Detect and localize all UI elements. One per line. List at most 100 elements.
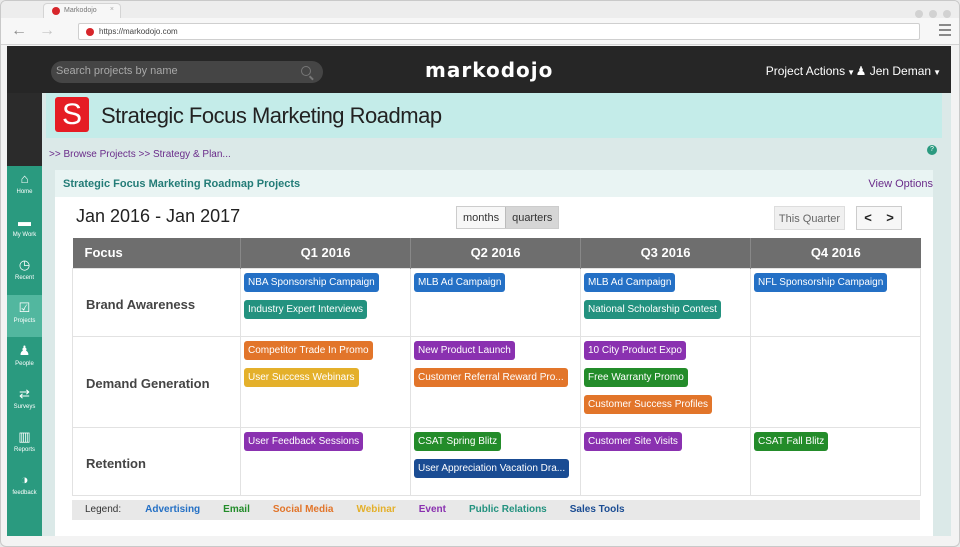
project-chip[interactable]: New Product Launch xyxy=(414,340,515,360)
legend-item-advertising: Advertising xyxy=(145,504,201,515)
this-quarter-button[interactable]: This Quarter xyxy=(774,206,845,230)
sidebar-label: Home xyxy=(16,189,33,195)
forward-arrow-icon[interactable]: → xyxy=(39,22,55,40)
sidebar-item-home[interactable]: ⌂ Home xyxy=(7,166,42,208)
window-close-icon[interactable] xyxy=(943,10,951,18)
search-placeholder: Search projects by name xyxy=(56,65,178,77)
favicon-icon xyxy=(52,7,60,15)
help-icon[interactable]: ? xyxy=(927,145,937,155)
sidebar-label: Surveys xyxy=(13,404,36,410)
panel-header: Strategic Focus Marketing Roadmap Projec… xyxy=(55,170,933,197)
top-navigation: Search projects by name markodojo Projec… xyxy=(7,46,951,93)
table-row: Demand Generation Competitor Trade In Pr… xyxy=(72,335,921,428)
quarter-cell: NBA Sponsorship Campaign Industry Expert… xyxy=(240,267,411,337)
sidebar-item-my-work[interactable]: ▬ My Work xyxy=(7,209,42,251)
sidebar-item-reports[interactable]: ▥ Reports xyxy=(7,424,42,466)
briefcase-icon: ▬ xyxy=(18,214,31,229)
date-range: Jan 2016 - Jan 2017 xyxy=(76,206,241,226)
quarter-cell: NFL Sponsorship Campaign xyxy=(750,267,921,337)
quarters-toggle-button[interactable]: quarters xyxy=(505,207,559,228)
table-row: Retention User Feedback Sessions CSAT Sp… xyxy=(72,426,921,496)
quarter-cell: Competitor Trade In Promo User Success W… xyxy=(240,335,411,428)
app-frame: Search projects by name markodojo Projec… xyxy=(7,46,951,536)
browser-tabbar: Markodojo × xyxy=(1,1,959,18)
sidebar-label: Projects xyxy=(13,318,36,324)
close-tab-icon[interactable]: × xyxy=(110,6,114,13)
clock-icon: ◷ xyxy=(18,257,31,272)
browser-menu-icon[interactable] xyxy=(939,24,951,39)
main-content: S Strategic Focus Marketing Roadmap >> B… xyxy=(42,93,951,536)
column-header-q2: Q2 2016 xyxy=(410,238,581,268)
people-icon: ♟ xyxy=(18,343,31,358)
period-nav: < > xyxy=(856,206,902,230)
project-chip[interactable]: National Scholarship Contest xyxy=(584,299,721,319)
legend-label: Legend: xyxy=(85,504,122,515)
project-chip[interactable]: Customer Site Visits xyxy=(584,431,682,451)
browser-navbar: ← → https://markodojo.com xyxy=(1,18,959,45)
back-arrow-icon[interactable]: ← xyxy=(11,22,27,40)
sidebar-item-projects[interactable]: ☑ Projects xyxy=(7,295,42,337)
project-chip[interactable]: CSAT Spring Blitz xyxy=(414,431,502,451)
view-toggle: months quarters xyxy=(456,206,560,229)
project-chip[interactable]: Customer Referral Reward Pro... xyxy=(414,367,568,387)
search-icon[interactable] xyxy=(301,66,311,76)
project-chip[interactable]: User Success Webinars xyxy=(244,367,359,387)
window-minimize-icon[interactable] xyxy=(915,10,923,18)
user-icon: ♟ xyxy=(855,64,867,78)
window-maximize-icon[interactable] xyxy=(929,10,937,18)
previous-period-button[interactable]: < xyxy=(857,207,879,229)
project-chip[interactable]: MLB Ad Campaign xyxy=(414,272,506,292)
project-chip[interactable]: Industry Expert Interviews xyxy=(244,299,368,319)
project-actions-menu[interactable]: Project Actions ▼ xyxy=(766,64,855,78)
focus-label: Brand Awareness xyxy=(72,267,241,337)
project-chip[interactable]: Free Warranty Promo xyxy=(584,367,688,387)
legend-item-email: Email xyxy=(223,504,250,515)
project-chip[interactable]: NBA Sponsorship Campaign xyxy=(244,272,379,292)
checkbox-icon: ☑ xyxy=(18,300,31,315)
project-logo: S xyxy=(55,97,89,132)
sidebar-label: People xyxy=(15,361,34,367)
column-header-q1: Q1 2016 xyxy=(240,238,411,268)
quarter-cell: CSAT Fall Blitz xyxy=(750,426,921,496)
project-chip[interactable]: Customer Success Profiles xyxy=(584,394,713,414)
sidebar-item-people[interactable]: ♟ People xyxy=(7,338,42,380)
quarter-cell: User Feedback Sessions xyxy=(240,426,411,496)
legend-item-event: Event xyxy=(418,504,446,515)
home-icon: ⌂ xyxy=(20,171,29,186)
project-chip[interactable]: CSAT Fall Blitz xyxy=(754,431,829,451)
legend: Legend: Advertising Email Social Media W… xyxy=(72,500,920,520)
project-chip[interactable]: MLB Ad Campaign xyxy=(584,272,676,292)
project-chip[interactable]: User Appreciation Vacation Dra... xyxy=(414,458,570,478)
view-options-link[interactable]: View Options xyxy=(868,178,933,190)
user-menu[interactable]: ♟ Jen Deman ▼ xyxy=(856,64,941,78)
column-header-focus: Focus xyxy=(72,238,241,268)
project-chip[interactable]: 10 City Product Expo xyxy=(584,340,686,360)
arrows-icon: ⇄ xyxy=(19,386,30,401)
browser-tab[interactable]: Markodojo × xyxy=(43,3,121,18)
caret-down-icon: ▼ xyxy=(933,68,941,77)
sidebar-item-surveys[interactable]: ⇄ Surveys xyxy=(7,381,42,423)
markodojo-logo[interactable]: markodojo xyxy=(425,58,553,82)
quarter-cell: MLB Ad Campaign xyxy=(410,267,581,337)
months-toggle-button[interactable]: months xyxy=(457,207,505,228)
project-chip[interactable]: NFL Sponsorship Campaign xyxy=(754,272,888,292)
project-chip[interactable]: User Feedback Sessions xyxy=(244,431,364,451)
quarter-cell xyxy=(750,335,921,428)
user-name: Jen Deman xyxy=(869,64,932,78)
quarter-cell: MLB Ad Campaign National Scholarship Con… xyxy=(580,267,751,337)
next-period-button[interactable]: > xyxy=(879,207,901,229)
project-title: Strategic Focus Marketing Roadmap xyxy=(101,103,442,128)
quarter-cell: Customer Site Visits xyxy=(580,426,751,496)
tab-title: Markodojo xyxy=(64,7,97,14)
column-header-q3: Q3 2016 xyxy=(580,238,751,268)
breadcrumb[interactable]: >> Browse Projects >> Strategy & Plan... xyxy=(49,149,231,160)
address-bar[interactable]: https://markodojo.com xyxy=(78,23,920,40)
caret-down-icon: ▼ xyxy=(847,68,855,77)
sidebar-item-feedback[interactable]: ◑ feedback xyxy=(7,467,42,509)
roadmap-grid: Focus Q1 2016 Q2 2016 Q3 2016 Q4 2016 Br… xyxy=(72,238,921,496)
search-input[interactable]: Search projects by name xyxy=(51,61,323,83)
project-actions-label: Project Actions xyxy=(765,64,846,78)
legend-item-sales-tools: Sales Tools xyxy=(569,504,625,515)
project-chip[interactable]: Competitor Trade In Promo xyxy=(244,340,373,360)
sidebar-item-recent[interactable]: ◷ Recent xyxy=(7,252,42,294)
